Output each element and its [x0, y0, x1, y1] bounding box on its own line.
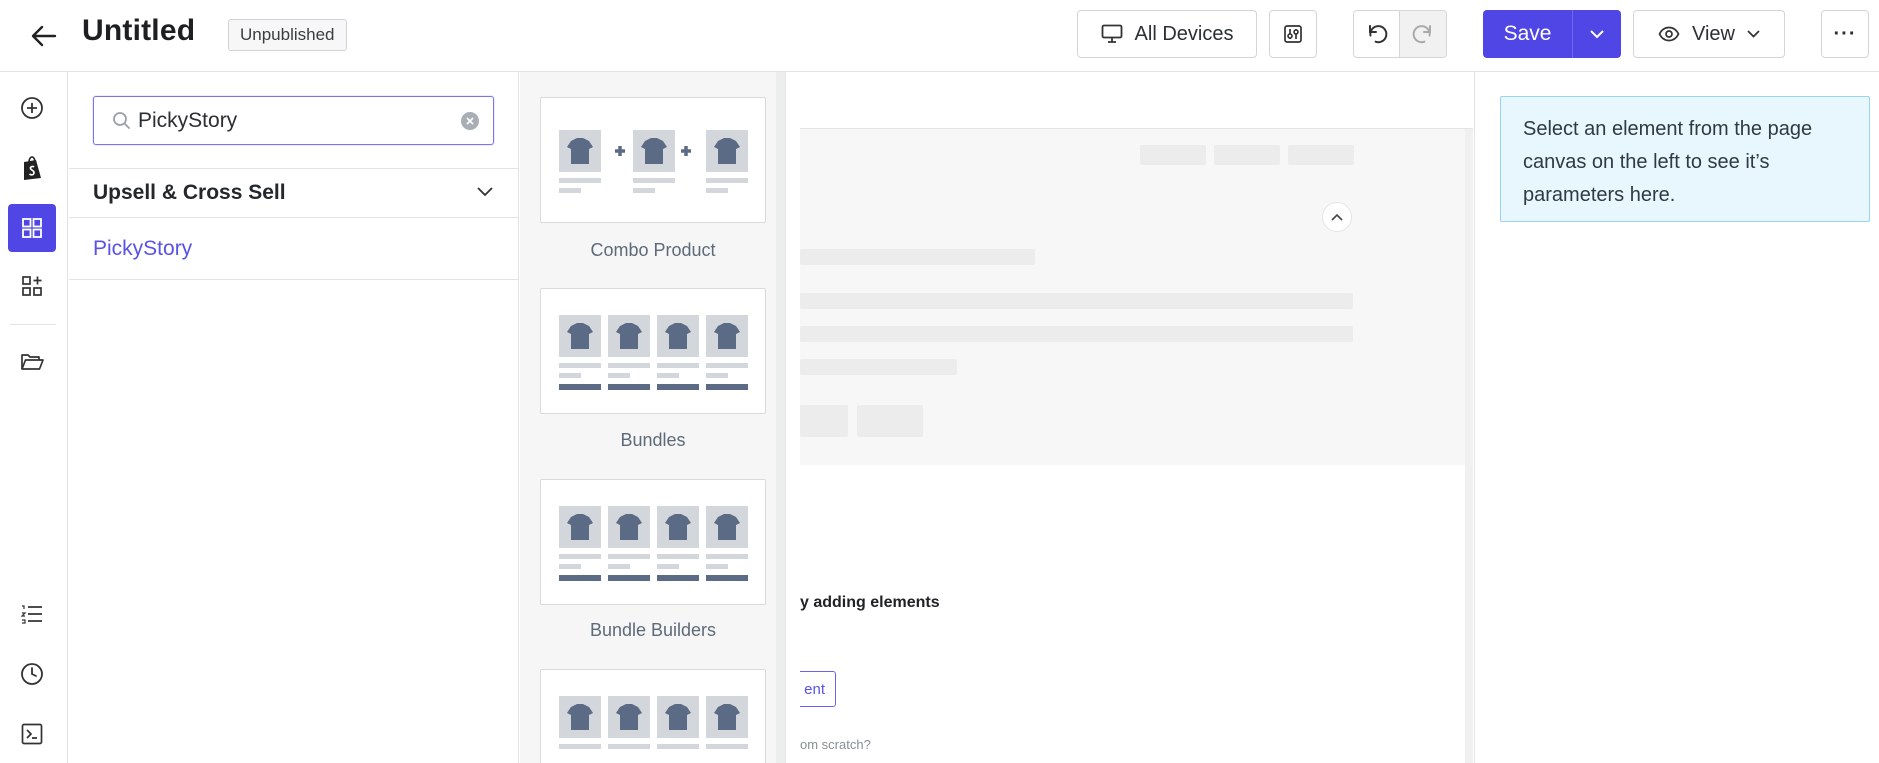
template-card-bundles[interactable] [540, 288, 766, 414]
close-icon [466, 117, 474, 125]
undo-icon [1368, 25, 1387, 44]
add-element-button[interactable] [8, 84, 56, 132]
chevron-down-icon [1747, 30, 1760, 38]
view-button[interactable]: View [1633, 10, 1785, 58]
top-bar: Untitled Unpublished All Devices Save Vi… [0, 0, 1879, 72]
monitor-icon [1101, 24, 1122, 43]
undo-button[interactable] [1354, 11, 1401, 57]
device-selector-label: All Devices [1134, 22, 1234, 45]
clear-search-button[interactable] [461, 112, 479, 130]
skeleton-line [800, 293, 1353, 309]
collapse-button[interactable] [1322, 202, 1352, 232]
terminal-icon [21, 723, 43, 745]
template-card-4[interactable] [540, 669, 766, 763]
left-rail [0, 72, 68, 763]
template-label: Combo Product [590, 240, 716, 260]
elements-grid-icon [22, 218, 42, 238]
properties-panel: Select an element from the page canvas o… [1474, 72, 1879, 763]
save-button[interactable]: Save [1483, 10, 1573, 58]
search-box [93, 96, 494, 145]
skeleton-button [857, 405, 923, 437]
device-selector-button[interactable]: All Devices [1077, 10, 1257, 58]
tshirt-icon [559, 130, 601, 193]
skeleton-button [800, 405, 848, 437]
view-label: View [1692, 22, 1735, 45]
page-title: Untitled [82, 14, 196, 47]
chevron-up-icon [1331, 213, 1343, 221]
skeleton-block [1140, 145, 1206, 165]
layers-list-icon [20, 605, 42, 624]
template-thumbnail [559, 696, 748, 749]
skeleton-block [1288, 145, 1354, 165]
eye-icon [1658, 26, 1680, 42]
status-badge: Unpublished [228, 19, 347, 51]
skeleton-line [800, 326, 1353, 342]
layers-button[interactable] [8, 590, 56, 638]
apps-add-icon [22, 276, 42, 296]
apps-button[interactable] [8, 262, 56, 310]
elements-panel: Upsell & Cross Sell PickyStory [69, 72, 519, 763]
redo-icon [1412, 25, 1431, 44]
history-clock-icon [21, 663, 43, 685]
category-upsell-cross-sell[interactable]: Upsell & Cross Sell [69, 168, 519, 218]
category-label: Upsell & Cross Sell [93, 181, 286, 204]
template-card-combo-product[interactable] [540, 97, 766, 223]
shopify-icon [24, 156, 41, 180]
add-icon [21, 97, 43, 119]
undo-redo-group [1353, 10, 1447, 58]
skeleton-line [800, 359, 957, 375]
scrollbar-track[interactable] [776, 72, 785, 763]
page-canvas[interactable]: y adding elements ent om scratch? [800, 72, 1473, 763]
canvas-edge [1465, 129, 1473, 763]
properties-hint: Select an element from the page canvas o… [1500, 96, 1870, 222]
more-options-button[interactable]: ··· [1821, 10, 1869, 58]
custom-code-button[interactable] [8, 710, 56, 758]
template-label: Bundles [620, 430, 686, 450]
bundles-thumbnail [559, 315, 748, 390]
shopify-button[interactable] [8, 144, 56, 192]
subcategory-label: PickyStory [93, 236, 193, 260]
chevron-down-icon [477, 187, 493, 197]
pages-button[interactable] [8, 338, 56, 386]
combo-product-thumbnail [559, 130, 748, 193]
bundle-builders-thumbnail [559, 506, 748, 581]
save-options-button[interactable] [1573, 10, 1621, 58]
skeleton-line [800, 249, 1035, 265]
history-button[interactable] [8, 650, 56, 698]
folder-open-icon [21, 354, 44, 370]
sliders-icon [1284, 25, 1302, 43]
skeleton-block [1214, 145, 1280, 165]
search-icon [113, 112, 130, 129]
back-button[interactable] [24, 18, 64, 54]
subcategory-pickystory[interactable]: PickyStory [69, 218, 519, 280]
redo-button[interactable] [1400, 11, 1446, 57]
elements-button[interactable] [8, 204, 56, 252]
add-element-canvas-button[interactable]: ent [800, 671, 836, 707]
search-input[interactable] [138, 97, 448, 144]
settings-sliders-button[interactable] [1269, 10, 1317, 58]
template-label: Bundle Builders [589, 620, 717, 640]
chevron-down-icon [1590, 29, 1604, 38]
start-from-scratch-text: om scratch? [800, 737, 871, 752]
template-card-bundle-builders[interactable] [540, 479, 766, 605]
arrow-left-icon [31, 25, 57, 47]
templates-column: Combo Product Bundles Bundle Builders [520, 72, 786, 763]
rail-divider [10, 324, 56, 325]
empty-state-heading: y adding elements [800, 594, 940, 611]
save-button-group: Save [1483, 10, 1621, 58]
